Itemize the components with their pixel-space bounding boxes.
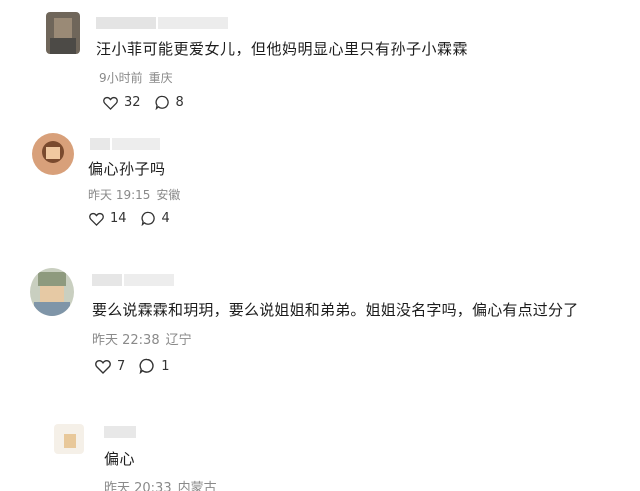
comment-time: 昨天 19:15 <box>88 188 151 202</box>
comment-location: 辽宁 <box>165 333 192 348</box>
comment-text: 汪小菲可能更爱女儿，但他妈明显心里只有孙子小霖霖 <box>96 40 469 58</box>
avatar[interactable] <box>30 268 74 316</box>
comment-location: 内蒙古 <box>177 481 217 491</box>
like-button[interactable]: 7 <box>95 359 125 374</box>
comment-bubble-icon <box>139 358 154 374</box>
heart-icon <box>95 359 111 374</box>
comment-actions: 7 1 <box>95 358 170 374</box>
avatar[interactable] <box>46 12 80 54</box>
comment-actions: 32 8 <box>103 95 184 110</box>
comment-meta: 9小时前 重庆 <box>99 69 173 86</box>
username-blurred[interactable] <box>104 425 136 439</box>
reply-count: 1 <box>161 358 170 374</box>
heart-icon <box>89 212 104 226</box>
avatar[interactable] <box>32 133 74 175</box>
comment-bubble-icon <box>141 211 155 226</box>
comment-actions: 14 4 <box>89 211 170 226</box>
like-count: 14 <box>110 211 127 226</box>
avatar[interactable] <box>54 424 84 454</box>
comment-text: 偏心 <box>104 450 136 468</box>
like-button[interactable]: 32 <box>103 95 141 110</box>
comment-time: 昨天 20:33 <box>104 481 172 491</box>
heart-icon <box>103 96 118 110</box>
reply-button[interactable]: 4 <box>141 211 170 226</box>
comment-text: 要么说霖霖和玥玥，要么说姐姐和弟弟。姐姐没名字吗，偏心有点过分了 <box>92 301 579 319</box>
reply-count: 8 <box>175 95 184 110</box>
reply-count: 4 <box>161 211 170 226</box>
like-button[interactable]: 14 <box>89 211 127 226</box>
comment-meta: 昨天 20:33 内蒙古 <box>104 477 217 491</box>
reply-button[interactable]: 8 <box>155 95 184 110</box>
like-count: 7 <box>117 358 126 374</box>
username-blurred[interactable] <box>92 273 174 287</box>
reply-button[interactable]: 1 <box>139 358 170 374</box>
comment-time: 9小时前 <box>99 71 143 85</box>
comment-meta: 昨天 22:38 辽宁 <box>92 329 192 348</box>
username-blurred[interactable] <box>96 16 228 30</box>
comment-time: 昨天 22:38 <box>92 333 160 348</box>
comment-text: 偏心孙子吗 <box>88 160 166 178</box>
comment-bubble-icon <box>155 95 169 110</box>
comment-location: 重庆 <box>148 71 173 85</box>
comment-location: 安徽 <box>156 188 181 202</box>
comment-meta: 昨天 19:15 安徽 <box>88 186 180 203</box>
like-count: 32 <box>124 95 141 110</box>
username-blurred[interactable] <box>90 137 160 151</box>
